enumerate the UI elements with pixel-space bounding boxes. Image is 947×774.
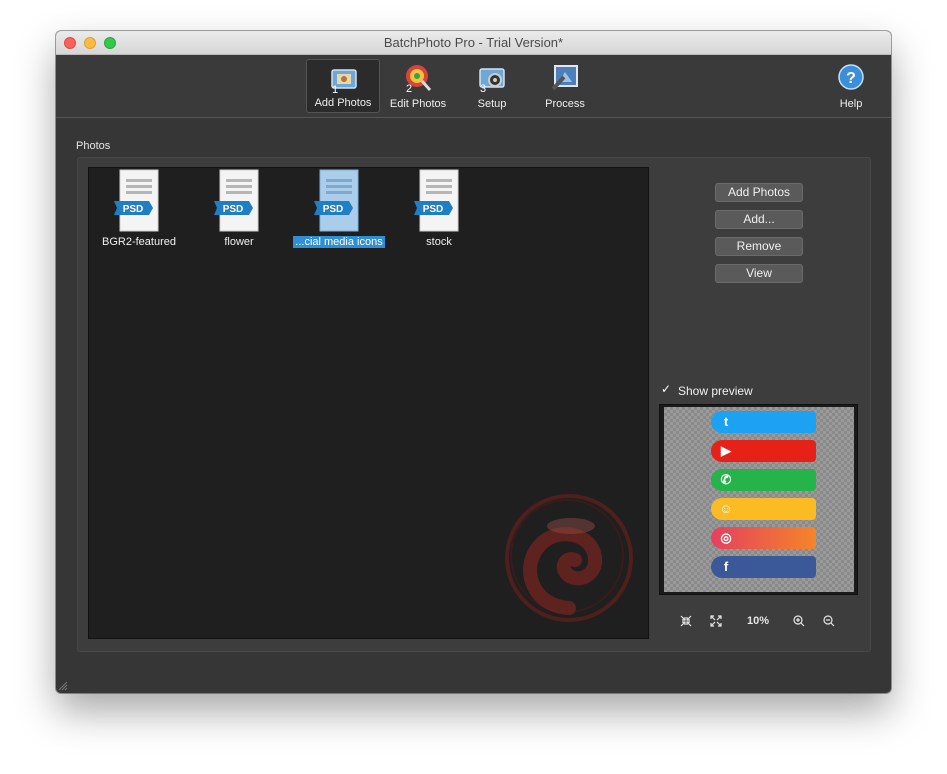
- preview-stripe: ◎: [711, 527, 816, 549]
- window-title: BatchPhoto Pro - Trial Version*: [383, 35, 564, 50]
- svg-text:PSD: PSD: [423, 204, 444, 215]
- photo-item-label: BGR2-featured: [102, 236, 176, 248]
- photos-section-label: Photos: [76, 140, 111, 152]
- preview-stripe: f: [711, 556, 816, 578]
- psd-file-icon: PSD: [314, 169, 359, 232]
- toolbar: 1 Add Photos 2 Edit Photos 3 Setup Proce…: [56, 55, 891, 118]
- psd-file-icon: PSD: [214, 169, 259, 232]
- add-photos-button[interactable]: Add Photos: [715, 183, 803, 202]
- toolbar-process-label: Process: [545, 98, 585, 110]
- toolbar-help[interactable]: ? Help: [814, 59, 888, 113]
- toolbar-setup[interactable]: 3 Setup: [455, 59, 529, 113]
- preview-image: t ▶ ✆ ☺ ◎ f: [664, 407, 854, 592]
- youtube-icon: ▶: [721, 443, 731, 458]
- preview-stripe: ▶: [711, 440, 816, 462]
- svg-text:?: ?: [846, 70, 856, 87]
- svg-text:PSD: PSD: [223, 204, 244, 215]
- psd-file-icon: PSD: [114, 169, 159, 232]
- toolbar-add-photos-label: Add Photos: [314, 97, 372, 109]
- facebook-icon: f: [723, 559, 729, 574]
- whatsapp-icon: ✆: [720, 472, 732, 487]
- toolbar-process[interactable]: Process: [528, 59, 602, 113]
- svg-text:1: 1: [332, 84, 338, 94]
- help-icon: ?: [838, 64, 864, 90]
- zoom-in-icon[interactable]: [793, 615, 805, 630]
- psd-file-icon: PSD: [414, 169, 459, 232]
- add-button[interactable]: Add...: [715, 210, 803, 229]
- show-preview-label[interactable]: Show preview: [678, 384, 753, 398]
- toolbar-setup-label: Setup: [477, 98, 507, 110]
- preview-stripe: ☺: [711, 498, 816, 520]
- setup-icon: 3: [479, 68, 505, 93]
- toolbar-edit-photos[interactable]: 2 Edit Photos: [381, 59, 455, 113]
- instagram-icon: ◎: [720, 530, 732, 545]
- toolbar-help-label: Help: [839, 98, 863, 110]
- show-preview-checkbox[interactable]: ✓: [661, 383, 672, 395]
- fit-to-window-icon[interactable]: [680, 615, 692, 630]
- remove-button[interactable]: Remove: [715, 237, 803, 256]
- toolbar-edit-photos-label: Edit Photos: [389, 98, 447, 110]
- preview-pane: t ▶ ✆ ☺ ◎ f: [659, 404, 858, 595]
- twitter-icon: t: [723, 414, 729, 429]
- edit-photos-icon: 2: [406, 65, 432, 93]
- svg-text:PSD: PSD: [323, 204, 344, 215]
- resize-grip-icon[interactable]: [58, 681, 68, 691]
- preview-stripe: ✆: [711, 469, 816, 491]
- actual-size-icon[interactable]: [710, 615, 722, 630]
- title-bar: BatchPhoto Pro - Trial Version*: [56, 31, 891, 55]
- photo-item-selected[interactable]: PSD ...cial media icons: [289, 168, 389, 258]
- photo-item[interactable]: PSD BGR2-featured: [89, 168, 189, 258]
- photo-item-label: stock: [426, 236, 452, 248]
- photo-item[interactable]: PSD stock: [389, 168, 489, 258]
- svg-text:PSD: PSD: [123, 204, 144, 215]
- photo-item[interactable]: PSD flower: [189, 168, 289, 258]
- photo-browser[interactable]: PSD BGR2-featured PSD flower PSD ...cial…: [88, 167, 649, 639]
- zoom-level: 10%: [747, 615, 770, 627]
- view-button[interactable]: View: [715, 264, 803, 283]
- photo-item-label: flower: [224, 236, 254, 248]
- preview-stripe: t: [711, 411, 816, 433]
- add-photos-icon: 1: [331, 69, 357, 94]
- snapchat-icon: ☺: [719, 501, 733, 516]
- process-icon: [551, 65, 578, 91]
- svg-text:3: 3: [480, 83, 486, 93]
- app-window: BatchPhoto Pro - Trial Version* 1 Add Ph…: [56, 31, 891, 693]
- svg-text:2: 2: [406, 83, 412, 93]
- zoom-out-icon[interactable]: [823, 615, 835, 630]
- photo-item-label: ...cial media icons: [293, 236, 385, 248]
- toolbar-add-photos[interactable]: 1 Add Photos: [306, 59, 380, 113]
- swirl-watermark-icon: [505, 494, 633, 622]
